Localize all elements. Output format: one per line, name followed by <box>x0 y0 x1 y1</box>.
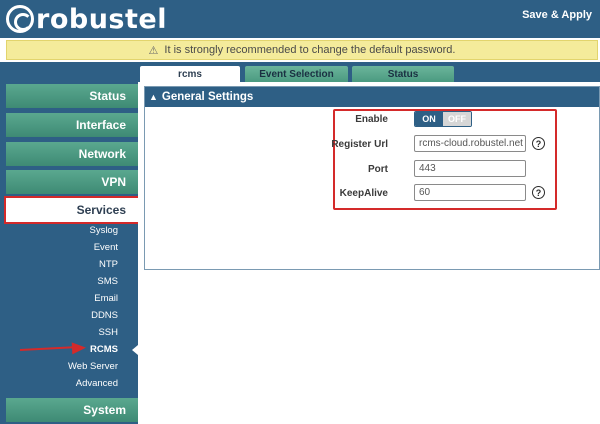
register-url-help-icon[interactable]: ? <box>532 137 545 150</box>
sidebar-item-syslog[interactable]: Syslog <box>89 225 118 236</box>
tab-bar: rcms Event Selection Status <box>138 62 600 82</box>
enable-toggle[interactable]: ON OFF <box>414 111 472 127</box>
panel-header[interactable]: ▲ General Settings <box>145 87 599 107</box>
sidebar-item-ssh[interactable]: SSH <box>98 327 118 338</box>
tab-event-selection[interactable]: Event Selection <box>245 66 348 82</box>
warning-text: It is strongly recommended to change the… <box>164 44 456 56</box>
robustel-logo: robustel <box>6 3 167 35</box>
toggle-off: OFF <box>443 112 471 126</box>
sidebar-item-advanced[interactable]: Advanced <box>76 378 118 389</box>
menu-interface[interactable]: Interface <box>6 113 138 137</box>
register-url-field[interactable]: rcms-cloud.robustel.net <box>414 135 526 152</box>
logo-text: robustel <box>36 3 167 35</box>
logo-mark-icon <box>6 5 34 33</box>
sidebar-item-event[interactable]: Event <box>94 242 118 253</box>
sidebar-item-web-server[interactable]: Web Server <box>68 361 118 372</box>
top-bar: robustel Save & Apply <box>0 0 600 38</box>
sidebar: Status Interface Network VPN Services Sy… <box>0 62 140 424</box>
keepalive-help-icon[interactable]: ? <box>532 186 545 199</box>
annotation-arrow-icon <box>71 341 87 355</box>
sidebar-item-ntp[interactable]: NTP <box>99 259 118 270</box>
sidebar-item-email[interactable]: Email <box>94 293 118 304</box>
toggle-on: ON <box>415 112 443 126</box>
register-url-label: Register Url <box>331 139 388 150</box>
sidebar-item-sms[interactable]: SMS <box>97 276 118 287</box>
password-warning-bar: ⚠ It is strongly recommended to change t… <box>6 40 598 60</box>
main-content: rcms Event Selection Status ▲ General Se… <box>138 62 600 424</box>
collapse-chevron-icon[interactable]: ▲ <box>149 92 158 102</box>
keepalive-field[interactable]: 60 <box>414 184 526 201</box>
warning-triangle-icon: ⚠ <box>148 44 159 57</box>
menu-system[interactable]: System <box>6 398 138 422</box>
sidebar-item-rcms[interactable]: RCMS <box>90 344 118 355</box>
port-label: Port <box>368 164 388 175</box>
sidebar-item-ddns[interactable]: DDNS <box>91 310 118 321</box>
panel-title: General Settings <box>161 91 254 103</box>
port-field[interactable]: 443 <box>414 160 526 177</box>
keepalive-label: KeepAlive <box>339 188 388 199</box>
tab-rcms[interactable]: rcms <box>140 66 240 82</box>
save-apply-link[interactable]: Save & Apply <box>522 9 592 21</box>
enable-label: Enable <box>355 114 388 125</box>
menu-services[interactable]: Services <box>4 196 140 224</box>
tab-status[interactable]: Status <box>352 66 454 82</box>
menu-vpn[interactable]: VPN <box>6 170 138 194</box>
menu-network[interactable]: Network <box>6 142 138 166</box>
menu-status[interactable]: Status <box>6 84 138 108</box>
